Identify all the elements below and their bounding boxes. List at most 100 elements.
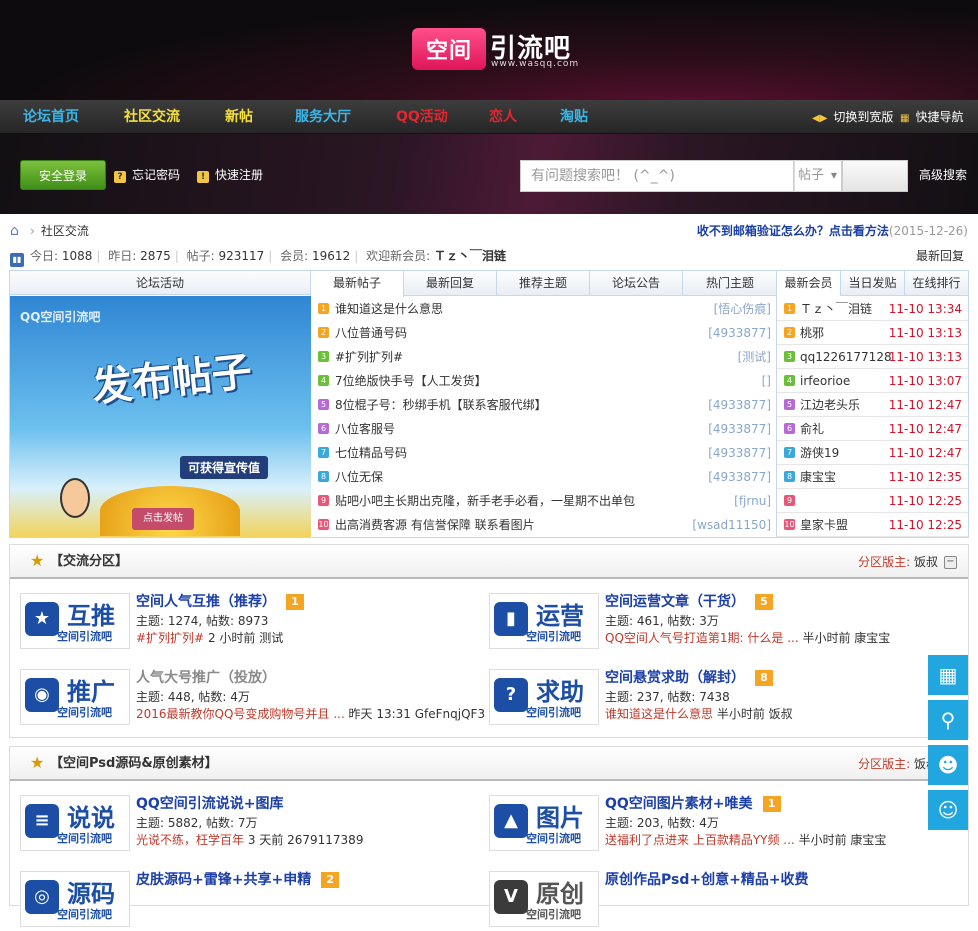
- post-title[interactable]: 出高消费客源 有信誉保障 联系看图片: [335, 513, 535, 537]
- search-icon[interactable]: ⚲: [928, 700, 968, 740]
- post-title[interactable]: 八位普通号码: [335, 321, 407, 345]
- user-icon[interactable]: ☺: [928, 790, 968, 830]
- post-author[interactable]: [悟心伤痕]: [714, 297, 771, 321]
- collapse-icon[interactable]: −: [944, 556, 957, 569]
- forum-name-text[interactable]: 空间悬赏求助（解封）: [605, 670, 745, 686]
- latest-reply-link[interactable]: 最新回复: [916, 247, 964, 265]
- post-author[interactable]: [4933877]: [708, 417, 771, 441]
- forum-name-text[interactable]: 空间人气互推（推荐）: [136, 594, 276, 610]
- post-title[interactable]: 贴吧小吧主长期出克隆，新手老手必看，一星期不出单包: [335, 489, 635, 513]
- member-name[interactable]: qq1226177128: [800, 345, 892, 369]
- member-row[interactable]: 5 江边老头乐 11-10 12:47: [777, 393, 968, 417]
- post-title[interactable]: #扩列扩列#: [335, 345, 403, 369]
- last-post-link[interactable]: 2016最新教你QQ号变成购物号并且 ...: [136, 707, 345, 721]
- activity-banner[interactable]: QQ空间引流吧 发布帖子 可获得宣传值 点击发帖: [10, 296, 311, 537]
- switch-wide-button[interactable]: ◀▶ 切换到宽版: [812, 100, 893, 134]
- qq-icon[interactable]: ☻: [928, 745, 968, 785]
- nav-item-home[interactable]: 论坛首页: [23, 100, 79, 134]
- tab-hot[interactable]: 热门主题: [683, 271, 777, 296]
- post-author[interactable]: [fjrnu]: [734, 489, 771, 513]
- member-row[interactable]: 1 Ｔｚ丶￣泪链 11-10 13:34: [777, 297, 968, 321]
- forgot-password-link[interactable]: ? 忘记密码: [114, 166, 180, 184]
- last-post-link[interactable]: 送福利了点进来 上百款精品YY频 ...: [605, 833, 795, 847]
- tab-latest-replies[interactable]: 最新回复: [404, 271, 497, 296]
- last-post-link[interactable]: 光说不练，枉学百年: [136, 833, 244, 847]
- register-link[interactable]: ! 快速注册: [197, 166, 263, 184]
- advanced-search-link[interactable]: 高级搜索: [919, 166, 967, 184]
- member-name[interactable]: 江边老头乐: [800, 393, 860, 417]
- section-title[interactable]: 【空间Psd源码&原创素材】: [50, 747, 218, 781]
- tab-online-rank[interactable]: 在线排行: [905, 271, 968, 296]
- forum-name[interactable]: 空间人气互推（推荐） 1: [136, 593, 304, 611]
- post-row[interactable]: 8 八位无保 [4933877]: [311, 465, 777, 489]
- forum-name[interactable]: 原创作品Psd+创意+精品+收费: [605, 871, 809, 889]
- notice-link[interactable]: 收不到邮箱验证怎么办？点击看方法: [697, 224, 889, 238]
- post-author[interactable]: [4933877]: [708, 465, 771, 489]
- tab-latest-posts[interactable]: 最新帖子: [311, 271, 404, 297]
- post-row[interactable]: 4 7位绝版快手号【人工发货】 []: [311, 369, 777, 393]
- nav-item-new-posts[interactable]: 新帖: [225, 100, 253, 134]
- forum-name[interactable]: QQ空间图片素材+唯美 1: [605, 795, 781, 813]
- forum-icon[interactable]: V 原创 空间引流吧: [489, 871, 599, 927]
- post-author[interactable]: [4933877]: [708, 393, 771, 417]
- post-title[interactable]: 八位客服号: [335, 417, 395, 441]
- new-member-link[interactable]: Ｔｚ丶￣泪链: [434, 249, 506, 263]
- forum-name[interactable]: QQ空间引流说说+图库: [136, 795, 284, 813]
- member-row[interactable]: 8 康宝宝 11-10 12:35: [777, 465, 968, 489]
- member-name[interactable]: 桃邪: [800, 321, 824, 345]
- post-row[interactable]: 7 七位精品号码 [4933877]: [311, 441, 777, 465]
- member-row[interactable]: 3 qq1226177128 11-10 13:13: [777, 345, 968, 369]
- post-author[interactable]: [4933877]: [708, 441, 771, 465]
- quick-nav-button[interactable]: ▦ 快捷导航: [900, 100, 963, 134]
- breadcrumb-current[interactable]: 社区交流: [41, 224, 89, 238]
- forum-name-text[interactable]: QQ空间引流说说+图库: [136, 796, 284, 812]
- post-title[interactable]: 谁知道这是什么意思: [335, 297, 443, 321]
- tab-new-members[interactable]: 最新会员: [777, 271, 841, 296]
- member-row[interactable]: 7 游侠19 11-10 12:47: [777, 441, 968, 465]
- moderator-link[interactable]: 饭叔: [914, 555, 938, 569]
- member-row[interactable]: 4 irfeorioe 11-10 13:07: [777, 369, 968, 393]
- member-row[interactable]: 6 俞礼 11-10 12:47: [777, 417, 968, 441]
- forum-icon[interactable]: ◎ 源码 空间引流吧: [20, 871, 130, 927]
- post-title[interactable]: 八位无保: [335, 465, 383, 489]
- nav-item-service[interactable]: 服务大厅: [295, 100, 351, 134]
- forum-name-text[interactable]: 皮肤源码+雷锋+共享+申精: [136, 872, 311, 888]
- post-row[interactable]: 3 #扩列扩列# [测试]: [311, 345, 777, 369]
- forum-icon[interactable]: ▮ 运营 空间引流吧: [489, 593, 599, 649]
- post-row[interactable]: 2 八位普通号码 [4933877]: [311, 321, 777, 345]
- post-row[interactable]: 10 出高消费客源 有信誉保障 联系看图片 [wsad11150]: [311, 513, 777, 537]
- calendar-icon[interactable]: ▦: [928, 655, 968, 695]
- member-name[interactable]: 皇家卡盟: [800, 513, 848, 537]
- forum-name-text[interactable]: 空间运营文章（干货）: [605, 594, 745, 610]
- post-title[interactable]: 七位精品号码: [335, 441, 407, 465]
- post-author[interactable]: [测试]: [738, 345, 771, 369]
- member-row[interactable]: 2 桃邪 11-10 13:13: [777, 321, 968, 345]
- last-post-link[interactable]: #扩列扩列#: [136, 631, 204, 645]
- forum-name-text[interactable]: 人气大号推广（投放）: [136, 670, 276, 686]
- tab-announcements[interactable]: 论坛公告: [590, 271, 683, 296]
- forum-icon[interactable]: ▲ 图片 空间引流吧: [489, 795, 599, 851]
- tab-daily-posts[interactable]: 当日发贴: [841, 271, 905, 296]
- post-row[interactable]: 9 贴吧小吧主长期出克隆，新手老手必看，一星期不出单包 [fjrnu]: [311, 489, 777, 513]
- forum-name[interactable]: 人气大号推广（投放）: [136, 669, 276, 687]
- forum-name-text[interactable]: QQ空间图片素材+唯美: [605, 796, 753, 812]
- site-logo[interactable]: 空间 引流吧 www.wasqq.com: [412, 28, 588, 70]
- forum-icon[interactable]: ★ 互推 空间引流吧: [20, 593, 130, 649]
- tab-recommended[interactable]: 推荐主题: [497, 271, 590, 296]
- post-title[interactable]: 8位棍子号：秒绑手机【联系客服代绑】: [335, 393, 547, 417]
- section-title[interactable]: 【交流分区】: [50, 545, 128, 579]
- forum-name[interactable]: 皮肤源码+雷锋+共享+申精 2: [136, 871, 340, 889]
- post-title[interactable]: 7位绝版快手号【人工发货】: [335, 369, 487, 393]
- member-name[interactable]: Ｔｚ丶￣泪链: [800, 297, 872, 321]
- search-type-select[interactable]: 帖子 ▼: [794, 160, 842, 192]
- last-post-link[interactable]: QQ空间人气号打造第1期: 什么是 ...: [605, 631, 799, 645]
- post-row[interactable]: 5 8位棍子号：秒绑手机【联系客服代绑】 [4933877]: [311, 393, 777, 417]
- search-input[interactable]: 有问题搜索吧！ (^_^): [520, 160, 794, 192]
- home-icon[interactable]: ⌂: [10, 224, 26, 238]
- post-row[interactable]: 6 八位客服号 [4933877]: [311, 417, 777, 441]
- nav-item-lovers[interactable]: 恋人: [489, 100, 517, 134]
- post-author[interactable]: []: [762, 369, 771, 393]
- member-name[interactable]: 游侠19: [800, 441, 839, 465]
- forum-icon[interactable]: ◉ 推广 空间引流吧: [20, 669, 130, 725]
- last-post-link[interactable]: 谁知道这是什么意思: [605, 707, 713, 721]
